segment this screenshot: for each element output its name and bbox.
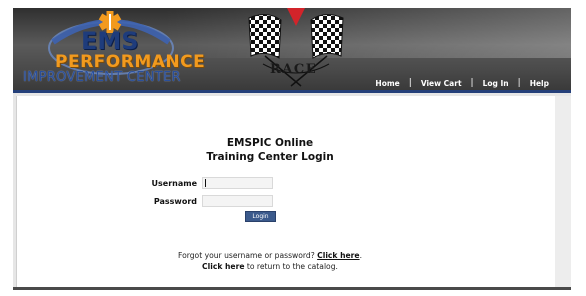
nav-separator: | [470,78,474,88]
password-input[interactable] [202,195,273,207]
top-nav: Home | View Cart | Log In | Help [375,78,549,88]
forgot-end: . [359,251,362,260]
nav-view-cart-link[interactable]: View Cart [421,79,462,88]
username-label: Username [151,178,197,188]
forgot-text: Forgot your username or password? [178,251,318,260]
logo-ems-text: EMS [81,27,139,55]
login-help-text: Forgot your username or password? Click … [0,250,540,272]
return-line: Click here to return to the catalog. [0,261,540,272]
header-sheen [163,8,571,58]
username-input[interactable] [202,177,273,189]
checkered-flags-icon [248,8,344,87]
nav-home-link[interactable]: Home [375,79,399,88]
forgot-click-here-link[interactable]: Click here [317,251,359,260]
login-title-line2: Training Center Login [206,151,334,163]
login-title: EMSPIC Online Training Center Login [0,136,540,164]
right-gutter [555,96,571,287]
logo-improvement-center-text: IMPROVEMENT CENTER [23,70,181,85]
header-divider [13,90,571,93]
return-click-here-link[interactable]: Click here [202,262,244,271]
password-label: Password [153,196,197,206]
site-header: EMS PERFORMANCE IMPROVEMENT CENTER RACE … [13,8,571,90]
race-badge-text: RACE [270,62,318,77]
return-text: to return to the catalog. [244,262,338,271]
nav-separator: | [517,78,521,88]
login-title-line1: EMSPIC Online [226,137,314,149]
login-button[interactable]: Login [245,211,276,222]
text-cursor [205,178,206,187]
nav-separator: | [408,78,412,88]
logo-performance-text: PERFORMANCE [55,52,206,72]
username-row: Username [151,177,273,189]
nav-log-in-link[interactable]: Log In [483,79,509,88]
forgot-line: Forgot your username or password? Click … [0,250,540,261]
bottom-band [13,287,571,290]
password-row: Password [151,195,273,207]
nav-help-link[interactable]: Help [530,79,549,88]
